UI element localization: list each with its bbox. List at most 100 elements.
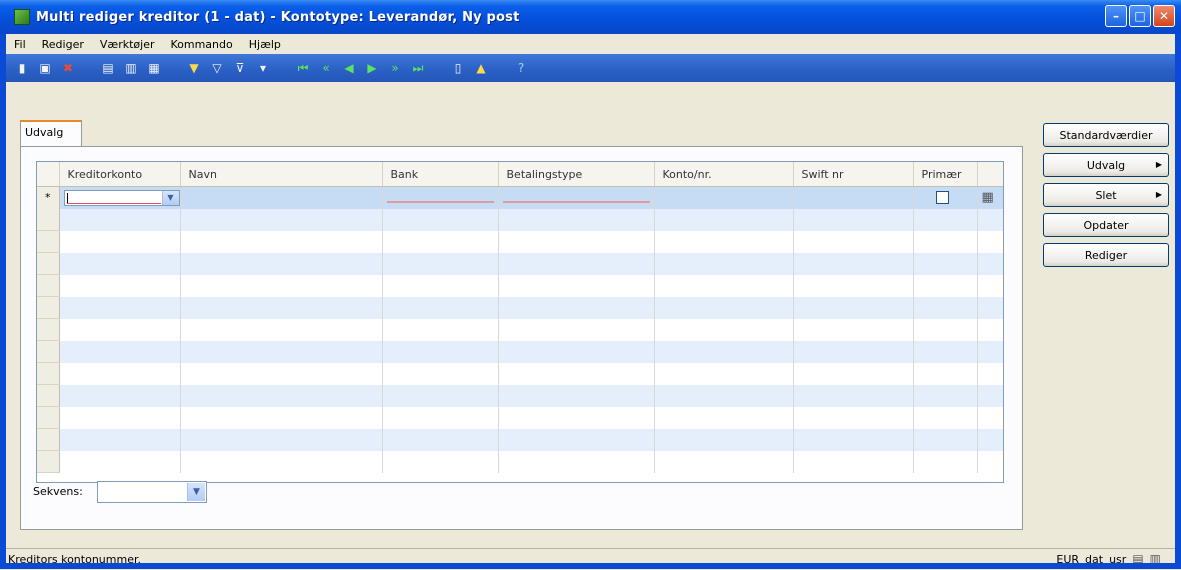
- advanced-filter-icon[interactable]: ⊽: [232, 60, 248, 76]
- grid-cell[interactable]: [382, 252, 499, 275]
- grid-cell[interactable]: [498, 384, 655, 407]
- grid-cell[interactable]: [382, 450, 499, 473]
- grid-cell[interactable]: [382, 428, 499, 451]
- grid-cell[interactable]: [382, 340, 499, 363]
- primaer-checkbox[interactable]: [935, 191, 949, 205]
- save-icon[interactable]: ▣: [37, 60, 53, 76]
- grid-cell[interactable]: [793, 318, 914, 341]
- chevron-down-icon[interactable]: ▼: [161, 190, 179, 205]
- grid-cell[interactable]: [498, 230, 655, 253]
- remove-filter-icon[interactable]: ▾: [255, 60, 271, 76]
- grid-cell[interactable]: [180, 252, 383, 275]
- grid-cell[interactable]: [382, 384, 499, 407]
- first-record-icon[interactable]: ⏮: [295, 60, 311, 76]
- grid-cell[interactable]: [180, 384, 383, 407]
- grid-cell[interactable]: [977, 362, 1003, 385]
- grid-cell[interactable]: [977, 252, 1003, 275]
- grid-cell[interactable]: [498, 450, 655, 473]
- grid-cell[interactable]: [59, 450, 181, 473]
- grid-cell[interactable]: [498, 274, 655, 297]
- new-icon[interactable]: ▮: [14, 60, 30, 76]
- column-header-bank[interactable]: Bank: [382, 162, 499, 187]
- table-row[interactable]: [37, 340, 1003, 363]
- table-row[interactable]: [37, 450, 1003, 473]
- grid-cell[interactable]: [913, 406, 978, 429]
- grid-cell[interactable]: [654, 318, 794, 341]
- slet-button[interactable]: Slet ▶: [1043, 183, 1169, 207]
- next-record-icon[interactable]: ▶: [364, 60, 380, 76]
- minimize-button[interactable]: –: [1105, 5, 1127, 27]
- udvalg-button[interactable]: Udvalg ▶: [1043, 153, 1169, 177]
- menu-hjaelp[interactable]: Hjælp: [241, 38, 289, 51]
- delete-icon[interactable]: ✖: [60, 60, 76, 76]
- tab-udvalg[interactable]: Udvalg: [20, 120, 82, 147]
- navn-cell[interactable]: [180, 186, 383, 209]
- grid-cell[interactable]: [498, 208, 655, 231]
- grid-cell[interactable]: [654, 340, 794, 363]
- grid-cell[interactable]: [498, 362, 655, 385]
- grid-cell[interactable]: [913, 274, 978, 297]
- maximize-button[interactable]: □: [1129, 5, 1151, 27]
- grid-cell[interactable]: [59, 428, 181, 451]
- table-row[interactable]: [37, 362, 1003, 385]
- close-button[interactable]: ✕: [1153, 5, 1175, 27]
- grid-cell[interactable]: [913, 340, 978, 363]
- grid-cell[interactable]: [793, 362, 914, 385]
- grid-cell[interactable]: [977, 428, 1003, 451]
- rediger-button[interactable]: Rediger: [1043, 243, 1169, 267]
- table-row[interactable]: [37, 208, 1003, 231]
- opdater-button[interactable]: Opdater: [1043, 213, 1169, 237]
- next-page-icon[interactable]: »: [387, 60, 403, 76]
- grid-cell[interactable]: [654, 296, 794, 319]
- grid-cell[interactable]: [59, 340, 181, 363]
- column-header-betalingstype[interactable]: Betalingstype: [498, 162, 655, 187]
- grid-cell[interactable]: [382, 406, 499, 429]
- grid-cell[interactable]: [913, 318, 978, 341]
- grid-cell[interactable]: [913, 362, 978, 385]
- grid-cell[interactable]: [654, 362, 794, 385]
- grid-cell[interactable]: [382, 230, 499, 253]
- alert-icon[interactable]: ▲: [473, 60, 489, 76]
- grid-cell[interactable]: [793, 252, 914, 275]
- grid-icon[interactable]: ▦: [982, 190, 994, 205]
- table-row[interactable]: [37, 318, 1003, 341]
- previous-record-icon[interactable]: ◀: [341, 60, 357, 76]
- sequence-combo[interactable]: ▼: [97, 481, 207, 503]
- grid-cell[interactable]: [382, 296, 499, 319]
- grid-cell[interactable]: [793, 406, 914, 429]
- grid-cell[interactable]: [654, 450, 794, 473]
- grid-cell[interactable]: [382, 274, 499, 297]
- table-row[interactable]: [37, 384, 1003, 407]
- grid-cell[interactable]: [498, 340, 655, 363]
- menu-rediger[interactable]: Rediger: [34, 38, 92, 51]
- grid-cell[interactable]: [793, 340, 914, 363]
- grid-cell[interactable]: [913, 428, 978, 451]
- chevron-down-icon[interactable]: ▼: [187, 483, 205, 501]
- grid-cell[interactable]: [977, 208, 1003, 231]
- table-row[interactable]: [37, 274, 1003, 297]
- grid-cell[interactable]: [59, 362, 181, 385]
- grid-cell[interactable]: [654, 230, 794, 253]
- grid-cell[interactable]: [977, 384, 1003, 407]
- table-row[interactable]: [37, 230, 1003, 253]
- kreditorkonto-combo[interactable]: ▼: [63, 189, 180, 206]
- grid-cell[interactable]: [59, 406, 181, 429]
- grid-cell[interactable]: [793, 450, 914, 473]
- menu-kommando[interactable]: Kommando: [162, 38, 240, 51]
- grid-cell[interactable]: [793, 428, 914, 451]
- filter-by-form-icon[interactable]: ▽: [209, 60, 225, 76]
- grid-cell[interactable]: [977, 230, 1003, 253]
- grid-cell[interactable]: [498, 318, 655, 341]
- grid-cell[interactable]: [180, 406, 383, 429]
- grid-cell[interactable]: [977, 274, 1003, 297]
- grid-cell[interactable]: [498, 252, 655, 275]
- grid-cell[interactable]: [180, 362, 383, 385]
- grid-cell[interactable]: [654, 274, 794, 297]
- menu-fil[interactable]: Fil: [6, 38, 34, 51]
- grid-cell[interactable]: [59, 318, 181, 341]
- grid-cell[interactable]: [180, 208, 383, 231]
- table-row[interactable]: [37, 296, 1003, 319]
- export-icon[interactable]: ▦: [146, 60, 162, 76]
- grid-cell[interactable]: [913, 450, 978, 473]
- table-row[interactable]: [37, 252, 1003, 275]
